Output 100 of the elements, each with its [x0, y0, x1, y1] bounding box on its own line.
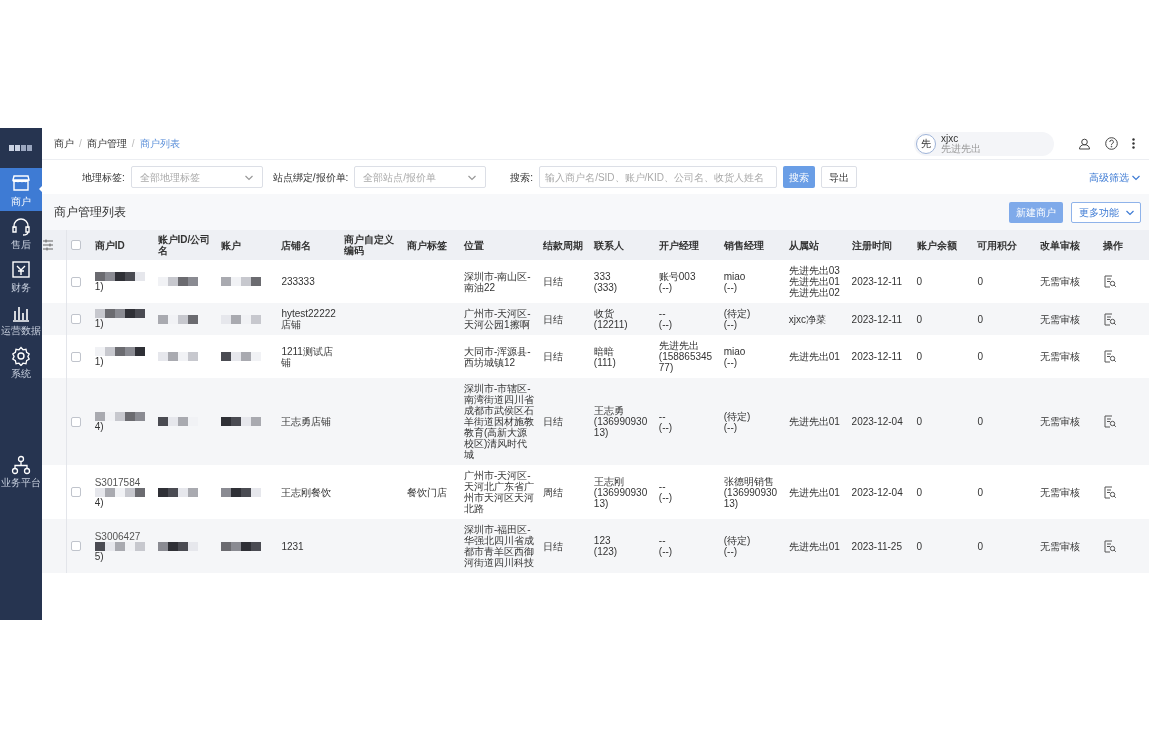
- document-search-icon[interactable]: [1103, 539, 1117, 553]
- wallet-icon: [10, 258, 32, 280]
- checkbox[interactable]: [70, 240, 81, 250]
- breadcrumb-separator: /: [79, 137, 82, 151]
- document-search-icon[interactable]: [1103, 312, 1117, 326]
- registration-date: 2023-12-04: [851, 486, 904, 498]
- points: 0: [977, 486, 984, 498]
- column-header: 从属站: [784, 230, 848, 260]
- balance: 0: [916, 313, 924, 325]
- balance: 0: [916, 486, 924, 498]
- store-name: 1231: [281, 540, 305, 552]
- contact: 333 (333): [593, 270, 619, 293]
- sales-manager: (待定) (--): [723, 410, 752, 433]
- sidebar-item[interactable]: 业务平台: [0, 449, 42, 492]
- points: 0: [977, 313, 984, 325]
- column-header: 商户标签: [403, 230, 460, 260]
- store-name: 1211测试店铺: [281, 345, 334, 368]
- settlement-cycle: 日结: [543, 416, 565, 427]
- checkbox[interactable]: [70, 541, 81, 551]
- sidebar-item[interactable]: 售后: [0, 211, 42, 254]
- more-functions-button[interactable]: 更多功能: [1071, 201, 1141, 223]
- registration-date: 2023-12-11: [851, 276, 903, 287]
- points: 0: [977, 276, 984, 287]
- location: 深圳市-市辖区-南湾街道四川省成都市武侯区石羊街道因材施教教育(高新大源校区)清风时代城: [464, 383, 535, 460]
- settlement-cycle: 日结: [543, 540, 565, 552]
- audit-status: 无需审核: [1040, 540, 1082, 552]
- balance: 0: [916, 540, 924, 552]
- station: 先进先出01: [788, 416, 841, 427]
- user-subtitle: 先进先出: [941, 143, 981, 154]
- sales-manager: (待定) (--): [723, 308, 752, 330]
- sidebar-item[interactable]: 商户: [0, 168, 42, 211]
- column-settings-icon[interactable]: [42, 239, 54, 251]
- registration-date: 2023-12-11: [851, 351, 903, 362]
- document-search-icon[interactable]: [1103, 415, 1117, 428]
- filter-label: 地理标签:: [82, 170, 125, 185]
- audit-status: 无需审核: [1040, 486, 1082, 498]
- merchant-id-fragment: 1): [94, 318, 105, 329]
- breadcrumb-link[interactable]: 商户管理: [86, 136, 127, 151]
- document-search-icon[interactable]: [1103, 350, 1117, 363]
- column-header: 商户ID: [90, 230, 154, 260]
- search-field[interactable]: 输入商户名/SID、账户/KID、公司名、收货人姓名: [539, 166, 778, 188]
- document-search-icon[interactable]: [1103, 485, 1117, 499]
- checkbox[interactable]: [70, 276, 81, 287]
- store-name: hytest22222店铺: [281, 308, 337, 330]
- sidebar-item[interactable]: 财务: [0, 254, 42, 297]
- location: 大同市-浑源县-西坊城镇12: [464, 345, 532, 368]
- more-icon[interactable]: [1132, 138, 1135, 149]
- document-search-icon[interactable]: [1103, 275, 1117, 288]
- registration-date: 2023-11-25: [851, 540, 903, 552]
- users-icon[interactable]: [1078, 137, 1091, 150]
- column-header: 账户: [216, 230, 278, 260]
- column-header: 账户余额: [912, 230, 974, 260]
- merchant-id-fragment: S3017584: [94, 476, 142, 488]
- merchant-id-fragment: S3006427: [94, 530, 142, 542]
- settlement-cycle: 日结: [543, 276, 565, 287]
- column-header: 商户自定义编码: [340, 230, 404, 260]
- checkbox[interactable]: [70, 416, 81, 427]
- station: 先进先出03 先进先出01 先进先出02: [788, 265, 841, 298]
- station: 先进先出01: [788, 351, 841, 362]
- station: 先进先出01: [788, 540, 841, 552]
- location: 深圳市-福田区-华强北四川省成都市青羊区西御河街道四川科技: [464, 524, 535, 568]
- column-header: 可用积分: [973, 230, 1037, 260]
- headset-icon: [10, 215, 32, 237]
- merchant-id-fragment: 5): [94, 550, 105, 562]
- export-button[interactable]: 导出: [821, 166, 858, 188]
- column-header: 注册时间: [847, 230, 913, 260]
- contact: 123 (123): [593, 535, 619, 557]
- balance: 0: [916, 276, 924, 287]
- column-header: 账户ID/公司名: [153, 230, 217, 260]
- sales-manager: miao (--): [723, 270, 747, 293]
- account-manager: -- (--): [658, 410, 674, 433]
- logo-icon: [9, 145, 33, 151]
- advanced-filter-link[interactable]: 高级筛选: [1089, 169, 1141, 185]
- settings-icon: [10, 344, 32, 366]
- help-icon[interactable]: [1105, 137, 1118, 150]
- audit-status: 无需审核: [1040, 351, 1082, 362]
- location: 广州市-天河区-天河北广东省广州市天河区天河北路: [464, 470, 535, 514]
- column-header: 位置: [460, 230, 540, 260]
- search-label: 搜索:: [510, 170, 534, 185]
- column-header: 改单审核: [1036, 230, 1100, 260]
- account-manager: -- (--): [658, 481, 674, 503]
- station: xjxc净菜: [788, 313, 827, 325]
- checkbox[interactable]: [70, 487, 81, 497]
- contact: 收货 (12211): [593, 308, 629, 330]
- sidebar-item[interactable]: 运营数据: [0, 297, 42, 340]
- location: 深圳市-南山区-南油22: [464, 270, 532, 293]
- store-name: 王志刚餐饮: [281, 486, 333, 498]
- column-header: 联系人: [589, 230, 655, 260]
- account-manager: -- (--): [658, 535, 674, 557]
- audit-status: 无需审核: [1040, 313, 1082, 325]
- checkbox[interactable]: [70, 351, 81, 362]
- column-header: 店铺名: [277, 230, 341, 260]
- checkbox[interactable]: [70, 314, 81, 324]
- column-header: 开户经理: [654, 230, 720, 260]
- user-name: xjxc: [941, 133, 959, 144]
- store-name: 王志勇店铺: [281, 416, 333, 427]
- breadcrumb-link[interactable]: 商户: [54, 136, 74, 151]
- settlement-cycle: 周结: [543, 486, 565, 498]
- sidebar-item[interactable]: 系统: [0, 340, 42, 383]
- account-manager: -- (--): [658, 308, 674, 330]
